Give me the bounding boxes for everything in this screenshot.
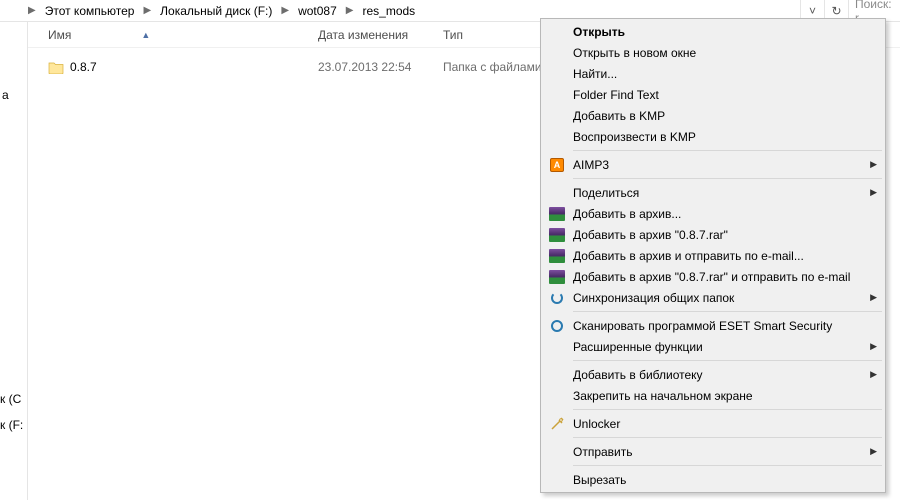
- item-date-cell: 23.07.2013 22:54: [318, 60, 411, 74]
- column-header-name[interactable]: Имя ▲: [38, 22, 298, 48]
- menu-unlocker[interactable]: Unlocker: [543, 413, 883, 434]
- menu-play-kmp[interactable]: Воспроизвести в KMP: [543, 126, 883, 147]
- menu-label: Unlocker: [573, 417, 620, 431]
- column-label: Имя: [48, 28, 71, 42]
- menu-eset-scan[interactable]: Сканировать программой ESET Smart Securi…: [543, 315, 883, 336]
- chevron-right-icon: ▶: [22, 5, 42, 16]
- menu-send-to[interactable]: Отправить ▶: [543, 441, 883, 462]
- submenu-arrow-icon: ▶: [870, 187, 877, 198]
- menu-add-archive[interactable]: Добавить в архив...: [543, 203, 883, 224]
- aimp-icon: A: [548, 156, 566, 174]
- menu-label: Добавить в библиотеку: [573, 368, 703, 382]
- menu-label: Расширенные функции: [573, 340, 703, 354]
- menu-label: Сканировать программой ESET Smart Securi…: [573, 319, 832, 333]
- winrar-icon: [548, 247, 566, 265]
- winrar-icon: [548, 205, 566, 223]
- unlocker-icon: [548, 415, 566, 433]
- menu-share[interactable]: Поделиться ▶: [543, 182, 883, 203]
- item-name: 0.8.7: [70, 60, 97, 74]
- menu-add-archive-named-email[interactable]: Добавить в архив "0.8.7.rar" и отправить…: [543, 266, 883, 287]
- menu-add-kmp[interactable]: Добавить в KMP: [543, 105, 883, 126]
- menu-label: Отправить: [573, 445, 633, 459]
- menu-separator: [573, 150, 882, 151]
- navigation-pane: а ск (C ск (F:: [0, 22, 28, 500]
- submenu-arrow-icon: ▶: [870, 369, 877, 380]
- menu-find[interactable]: Найти...: [543, 63, 883, 84]
- menu-label: Добавить в архив и отправить по e-mail..…: [573, 249, 804, 263]
- menu-pin-start[interactable]: Закрепить на начальном экране: [543, 385, 883, 406]
- item-type-cell: Папка с файлами: [443, 60, 542, 74]
- winrar-icon: [548, 226, 566, 244]
- menu-label: Добавить в архив "0.8.7.rar" и отправить…: [573, 270, 850, 284]
- column-header-date[interactable]: Дата изменения: [308, 22, 428, 48]
- submenu-arrow-icon: ▶: [870, 292, 877, 303]
- winrar-icon: [548, 268, 566, 286]
- menu-open[interactable]: Открыть: [543, 21, 883, 42]
- menu-label: Добавить в архив "0.8.7.rar": [573, 228, 728, 242]
- folder-icon: [48, 61, 64, 74]
- menu-aimp3[interactable]: A AIMP3 ▶: [543, 154, 883, 175]
- menu-label: Поделиться: [573, 186, 639, 200]
- menu-add-archive-email[interactable]: Добавить в архив и отправить по e-mail..…: [543, 245, 883, 266]
- menu-cut[interactable]: Вырезать: [543, 469, 883, 490]
- breadcrumb-item[interactable]: Локальный диск (F:): [157, 0, 275, 22]
- menu-separator: [573, 409, 882, 410]
- menu-folder-find-text[interactable]: Folder Find Text: [543, 84, 883, 105]
- sync-icon: [548, 289, 566, 307]
- menu-label: Добавить в архив...: [573, 207, 681, 221]
- chevron-right-icon[interactable]: ▶: [275, 5, 295, 16]
- menu-separator: [573, 311, 882, 312]
- submenu-arrow-icon: ▶: [870, 446, 877, 457]
- breadcrumb-item[interactable]: Этот компьютер: [42, 0, 138, 22]
- menu-add-library[interactable]: Добавить в библиотеку ▶: [543, 364, 883, 385]
- submenu-arrow-icon: ▶: [870, 159, 877, 170]
- breadcrumb-item[interactable]: res_mods: [359, 0, 418, 22]
- sidebar-item[interactable]: ск (C: [0, 392, 21, 406]
- menu-eset-advanced[interactable]: Расширенные функции ▶: [543, 336, 883, 357]
- chevron-right-icon[interactable]: ▶: [137, 5, 157, 16]
- menu-separator: [573, 437, 882, 438]
- item-name-cell: 0.8.7: [48, 60, 97, 74]
- context-menu: Открыть Открыть в новом окне Найти... Fo…: [540, 18, 886, 493]
- sidebar-item[interactable]: ск (F:: [0, 418, 23, 432]
- sort-ascending-icon: ▲: [141, 30, 150, 40]
- menu-separator: [573, 178, 882, 179]
- menu-add-archive-named[interactable]: Добавить в архив "0.8.7.rar": [543, 224, 883, 245]
- menu-open-new-window[interactable]: Открыть в новом окне: [543, 42, 883, 63]
- eset-icon: [548, 317, 566, 335]
- menu-label: AIMP3: [573, 158, 609, 172]
- menu-sync-shared[interactable]: Синхронизация общих папок ▶: [543, 287, 883, 308]
- submenu-arrow-icon: ▶: [870, 341, 877, 352]
- menu-label: Синхронизация общих папок: [573, 291, 734, 305]
- menu-separator: [573, 465, 882, 466]
- breadcrumb-item[interactable]: wot087: [295, 0, 340, 22]
- chevron-right-icon[interactable]: ▶: [340, 5, 360, 16]
- menu-separator: [573, 360, 882, 361]
- sidebar-item[interactable]: а: [2, 88, 9, 102]
